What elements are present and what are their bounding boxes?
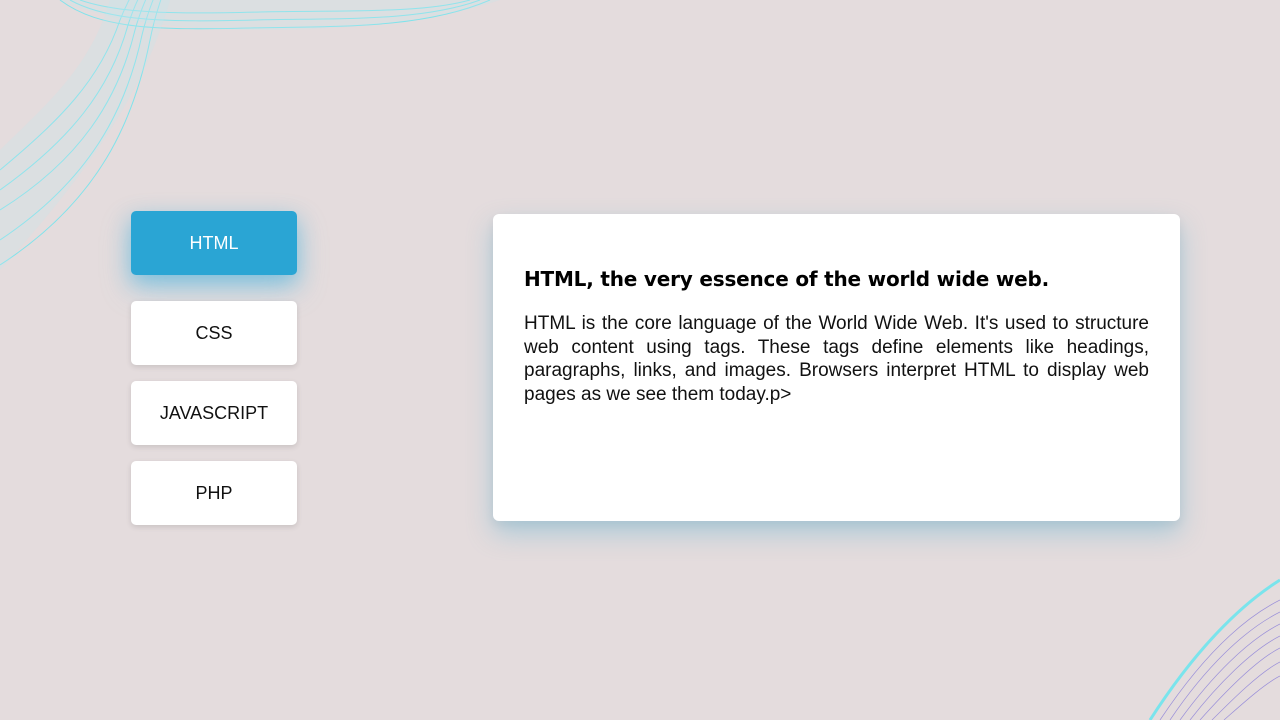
tab-html[interactable]: HTML <box>131 211 297 275</box>
tab-html-label: HTML <box>189 232 239 253</box>
tab-javascript[interactable]: JAVASCRIPT <box>131 381 297 445</box>
tab-php[interactable]: PHP <box>131 461 297 525</box>
tab-php-label: PHP <box>195 482 233 503</box>
content-title: HTML, the very essence of the world wide… <box>524 267 1050 291</box>
tab-css[interactable]: CSS <box>131 301 297 365</box>
tab-css-label: CSS <box>195 322 233 343</box>
tab-javascript-label: JAVASCRIPT <box>159 402 269 423</box>
content-panel: HTML, the very essence of the world wide… <box>493 214 1180 521</box>
content-body: HTML is the core language of the World W… <box>524 313 1149 405</box>
